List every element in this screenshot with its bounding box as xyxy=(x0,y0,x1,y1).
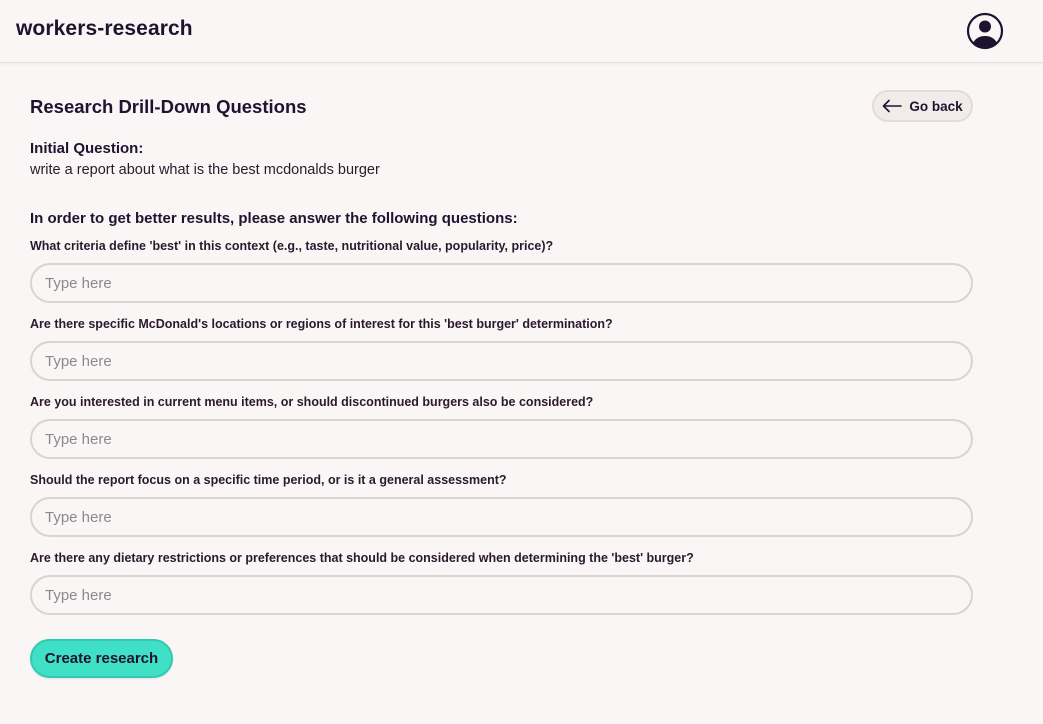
answer-input-4[interactable] xyxy=(30,497,973,537)
arrow-left-icon xyxy=(883,99,903,113)
question-label-1: What criteria define 'best' in this cont… xyxy=(30,239,554,253)
create-research-button[interactable]: Create research xyxy=(30,639,173,678)
top-bar: workers-research xyxy=(0,0,1043,63)
initial-question-label: Initial Question: xyxy=(30,140,144,157)
answer-input-5[interactable] xyxy=(30,575,973,615)
answer-input-3[interactable] xyxy=(30,419,973,459)
question-label-2: Are there specific McDonald's locations … xyxy=(30,317,613,331)
go-back-label: Go back xyxy=(909,98,963,114)
question-label-3: Are you interested in current menu items… xyxy=(30,395,594,409)
brand-title[interactable]: workers-research xyxy=(16,17,193,41)
page-title: Research Drill-Down Questions xyxy=(30,96,307,117)
user-avatar-icon[interactable] xyxy=(966,12,1004,50)
answer-input-2[interactable] xyxy=(30,341,973,381)
initial-question-text: write a report about what is the best mc… xyxy=(30,162,380,178)
question-label-4: Should the report focus on a specific ti… xyxy=(30,473,507,487)
go-back-button[interactable]: Go back xyxy=(872,90,973,122)
question-label-5: Are there any dietary restrictions or pr… xyxy=(30,551,694,565)
user-circle-icon xyxy=(966,12,1004,50)
instructions-heading: In order to get better results, please a… xyxy=(30,210,518,227)
answer-input-1[interactable] xyxy=(30,263,973,303)
